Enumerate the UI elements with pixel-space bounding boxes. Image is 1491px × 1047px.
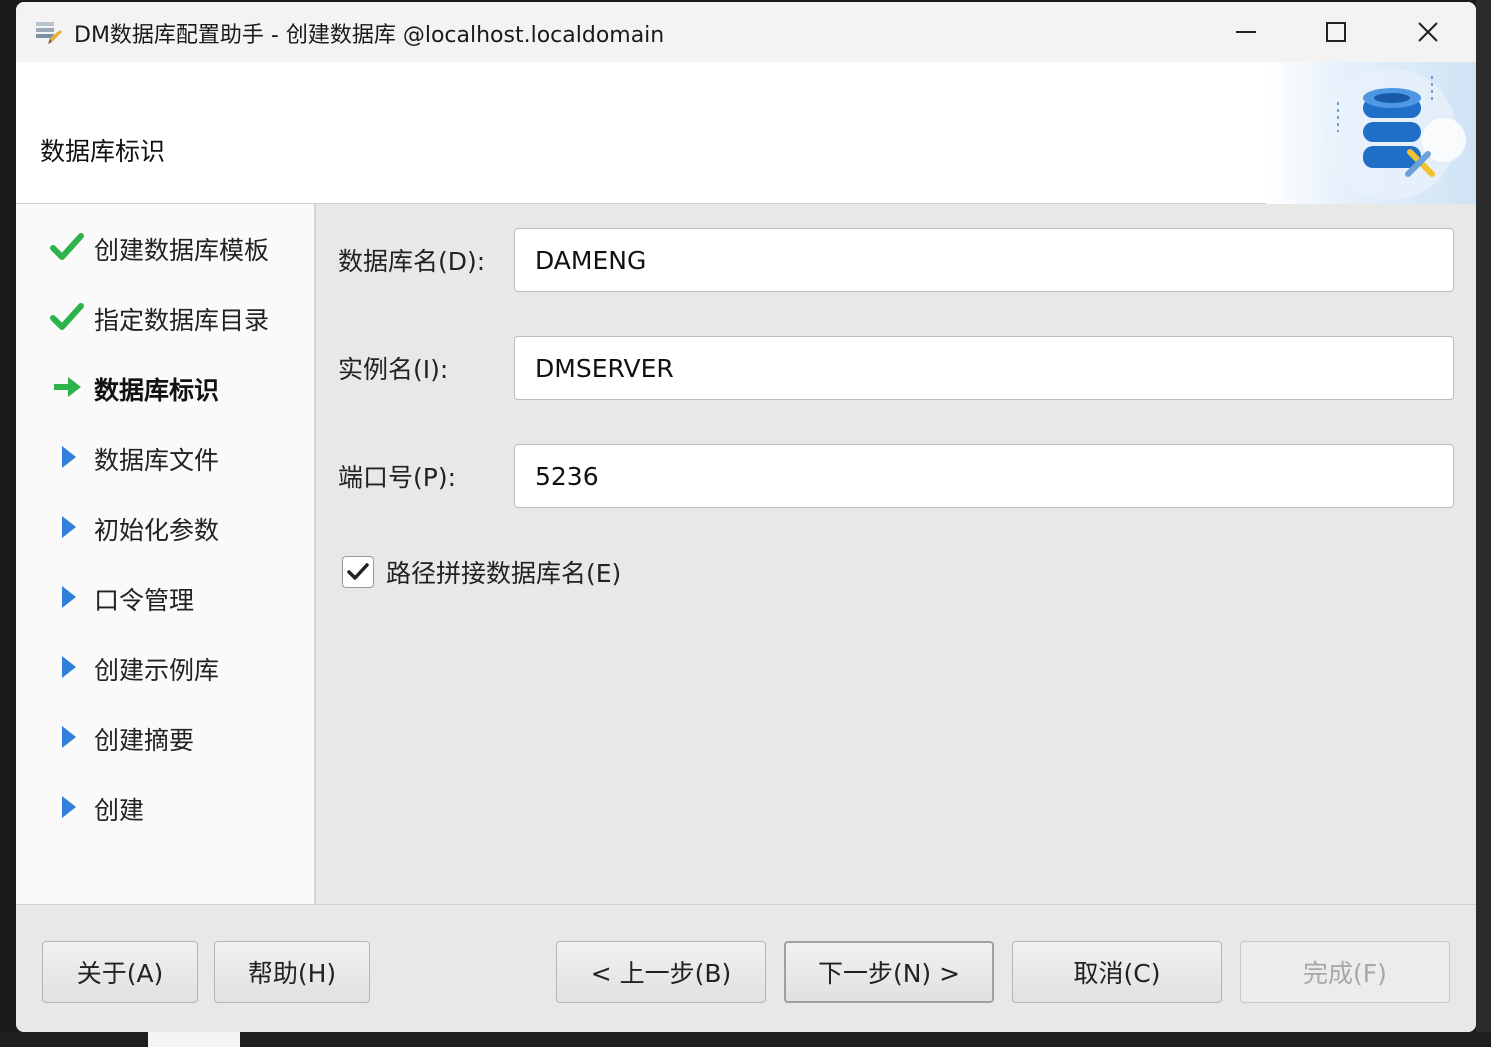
page-header: 数据库标识 [16, 62, 1476, 204]
button-bar: 关于(A) 帮助(H) < 上一步(B) 下一步(N) > 取消(C) 完成(F… [16, 904, 1476, 1032]
triangle-right-icon [62, 796, 76, 818]
step-item-sample-db: 创建示例库 [16, 642, 316, 692]
step-label: 创建 [94, 796, 145, 825]
about-button[interactable]: 关于(A) [42, 941, 198, 1003]
step-item-create-template: 创建数据库模板 [16, 222, 316, 272]
database-config-icon [1325, 68, 1466, 200]
cancel-button[interactable]: 取消(C) [1012, 941, 1222, 1003]
prev-button[interactable]: < 上一步(B) [556, 941, 766, 1003]
step-label: 口令管理 [94, 586, 195, 615]
path-concat-checkbox[interactable] [342, 556, 374, 588]
step-item-create: 创建 [16, 782, 316, 832]
check-icon [50, 303, 84, 330]
minimize-button[interactable] [1200, 2, 1292, 62]
arrow-right-icon [54, 377, 81, 397]
app-icon [36, 22, 62, 44]
path-concat-label: 路径拼接数据库名(E) [386, 559, 622, 588]
maximize-icon [1326, 22, 1346, 42]
step-label: 创建示例库 [94, 656, 220, 685]
triangle-right-icon [62, 516, 76, 538]
port-label: 端口号(P): [338, 463, 457, 492]
help-button[interactable]: 帮助(H) [214, 941, 370, 1003]
window-title: DM数据库配置助手 - 创建数据库 @localhost.localdomain [74, 23, 665, 48]
path-concat-option[interactable]: 路径拼接数据库名(E) [342, 554, 621, 590]
step-label: 创建摘要 [94, 726, 195, 755]
step-label: 数据库标识 [94, 376, 220, 405]
step-item-init-params: 初始化参数 [16, 502, 316, 552]
step-label: 初始化参数 [94, 516, 220, 545]
next-button[interactable]: 下一步(N) > [784, 941, 994, 1003]
close-icon [1418, 22, 1438, 42]
header-banner [1266, 62, 1476, 204]
close-button[interactable] [1382, 2, 1474, 62]
title-bar[interactable]: DM数据库配置助手 - 创建数据库 @localhost.localdomain [16, 2, 1476, 62]
step-item-password: 口令管理 [16, 572, 316, 622]
port-input[interactable] [514, 444, 1454, 508]
step-item-summary: 创建摘要 [16, 712, 316, 762]
triangle-right-icon [62, 446, 76, 468]
maximize-button[interactable] [1290, 2, 1382, 62]
minimize-icon [1236, 31, 1256, 33]
triangle-right-icon [62, 726, 76, 748]
form-panel: 数据库名(D): 实例名(I): 端口号(P): 路径拼接数据库名(E) [318, 204, 1476, 904]
step-item-db-files: 数据库文件 [16, 432, 316, 482]
finish-button: 完成(F) [1240, 941, 1450, 1003]
step-label: 创建数据库模板 [94, 236, 270, 265]
check-icon [50, 233, 84, 260]
background-thumbnail [148, 1032, 240, 1047]
checkmark-icon [347, 563, 369, 580]
db-name-input[interactable] [514, 228, 1454, 292]
db-name-label: 数据库名(D): [338, 247, 486, 276]
step-item-db-identity: 数据库标识 [16, 362, 316, 412]
step-label: 数据库文件 [94, 446, 220, 475]
step-item-db-directory: 指定数据库目录 [16, 292, 316, 342]
instance-name-input[interactable] [514, 336, 1454, 400]
dialog-window: DM数据库配置助手 - 创建数据库 @localhost.localdomain… [16, 2, 1476, 1032]
triangle-right-icon [62, 656, 76, 678]
step-sidebar: 创建数据库模板 指定数据库目录 数据库标识 数据库文件 初始化参数 口令管理 创… [16, 204, 316, 904]
triangle-right-icon [62, 586, 76, 608]
instance-name-label: 实例名(I): [338, 355, 449, 384]
step-label: 指定数据库目录 [94, 306, 270, 335]
page-title: 数据库标识 [40, 137, 166, 166]
background-window-edge [1476, 0, 1491, 1047]
